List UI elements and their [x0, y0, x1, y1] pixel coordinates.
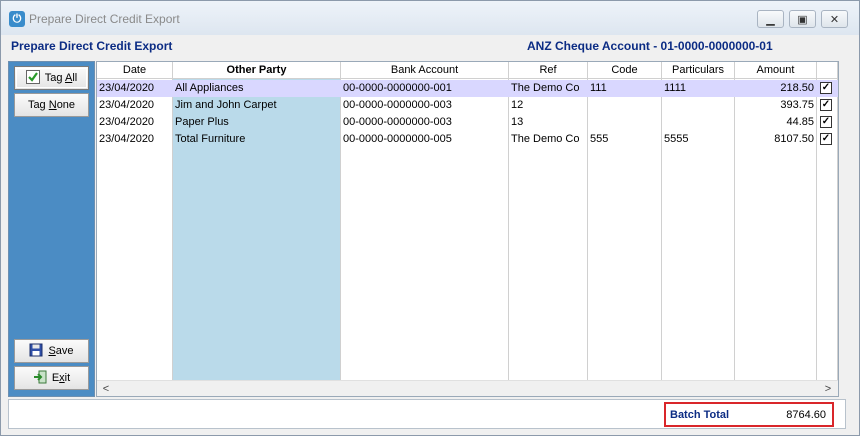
- account-label: ANZ Cheque Account - 01-0000-0000000-01: [527, 39, 773, 53]
- cell-ref[interactable]: 12: [509, 97, 588, 114]
- cell-particulars[interactable]: [662, 97, 735, 114]
- exit-button[interactable]: Exit: [14, 366, 89, 390]
- title-bar: ⏻ Prepare Direct Credit Export ▁ ▣ ✕: [1, 1, 859, 35]
- close-icon: ✕: [829, 13, 840, 26]
- checkmark-icon: ✓: [821, 99, 831, 110]
- column-header-amount[interactable]: Amount: [735, 62, 817, 79]
- exit-label: Exit: [52, 372, 70, 384]
- tag-none-prefix: Tag: [27, 99, 49, 111]
- cell-code[interactable]: [588, 114, 662, 131]
- tag-checkbox[interactable]: ✓: [820, 116, 832, 128]
- save-label: Save: [48, 345, 73, 357]
- save-suffix: ave: [55, 345, 74, 357]
- exit-suffix: it: [64, 372, 71, 384]
- cell-ref[interactable]: The Demo Co: [509, 131, 588, 148]
- save-key: S: [48, 345, 56, 357]
- check-icon: [25, 69, 40, 87]
- cell-particulars[interactable]: 5555: [662, 131, 735, 148]
- cell-other-party[interactable]: Total Furniture: [173, 131, 341, 148]
- table-row[interactable]: 23/04/2020 Jim and John Carpet 00-0000-0…: [97, 97, 838, 114]
- cell-other-party[interactable]: All Appliances: [173, 80, 341, 97]
- tag-none-key: N: [48, 99, 57, 111]
- cell-date[interactable]: 23/04/2020: [97, 80, 173, 97]
- cell-amount[interactable]: 44.85: [735, 114, 817, 131]
- tag-checkbox[interactable]: ✓: [820, 82, 832, 94]
- grid-header: Date Other Party Bank Account Ref Code P…: [97, 62, 838, 79]
- tag-none-label: Tag None: [28, 99, 75, 111]
- column-header-tag: [817, 62, 838, 79]
- scroll-left-icon[interactable]: <: [99, 382, 113, 396]
- tag-all-prefix: Tag: [44, 72, 65, 84]
- table-row[interactable]: 23/04/2020 All Appliances 00-0000-000000…: [97, 80, 838, 97]
- cell-date[interactable]: 23/04/2020: [97, 97, 173, 114]
- cell-ref[interactable]: 13: [509, 114, 588, 131]
- cell-bank-account[interactable]: 00-0000-0000000-003: [341, 97, 509, 114]
- form-header: Prepare Direct Credit Export ANZ Cheque …: [1, 35, 859, 59]
- cell-bank-account[interactable]: 00-0000-0000000-001: [341, 80, 509, 97]
- direct-credit-window: ⏻ Prepare Direct Credit Export ▁ ▣ ✕ Pre…: [0, 0, 860, 436]
- table-row[interactable]: 23/04/2020 Paper Plus 00-0000-0000000-00…: [97, 114, 838, 131]
- cell-amount[interactable]: 393.75: [735, 97, 817, 114]
- tag-all-suffix: ll: [72, 72, 78, 84]
- cell-date[interactable]: 23/04/2020: [97, 131, 173, 148]
- checkmark-icon: ✓: [821, 133, 831, 144]
- footer-panel: Batch Total 8764.60: [8, 399, 846, 429]
- cell-bank-account[interactable]: 00-0000-0000000-003: [341, 114, 509, 131]
- save-button[interactable]: Save: [14, 339, 89, 363]
- cell-date[interactable]: 23/04/2020: [97, 114, 173, 131]
- batch-total-label: Batch Total: [670, 409, 730, 421]
- cell-amount[interactable]: 218.50: [735, 80, 817, 97]
- tag-none-button[interactable]: Tag None: [14, 93, 89, 117]
- maximize-button[interactable]: ▣: [789, 10, 816, 28]
- checkmark-icon: ✓: [821, 116, 831, 127]
- batch-total-value: 8764.60: [786, 409, 826, 421]
- cell-particulars[interactable]: [662, 114, 735, 131]
- window-title: Prepare Direct Credit Export: [29, 12, 180, 26]
- cell-other-party[interactable]: Paper Plus: [173, 114, 341, 131]
- form-title: Prepare Direct Credit Export: [11, 39, 173, 53]
- floppy-disk-icon: [29, 343, 43, 360]
- payments-grid: Date Other Party Bank Account Ref Code P…: [96, 61, 839, 397]
- tag-all-label: Tag All: [45, 72, 77, 84]
- tag-none-suffix: one: [56, 99, 76, 111]
- tag-checkbox[interactable]: ✓: [820, 99, 832, 111]
- cell-other-party[interactable]: Jim and John Carpet: [173, 97, 341, 114]
- horizontal-scrollbar[interactable]: < >: [97, 380, 838, 396]
- tag-checkbox[interactable]: ✓: [820, 133, 832, 145]
- column-header-date[interactable]: Date: [97, 62, 173, 79]
- column-header-other-party[interactable]: Other Party: [173, 62, 341, 79]
- power-icon: ⏻: [9, 11, 25, 27]
- exit-door-icon: [33, 370, 47, 387]
- column-header-code[interactable]: Code: [588, 62, 662, 79]
- cell-bank-account[interactable]: 00-0000-0000000-005: [341, 131, 509, 148]
- tag-all-button[interactable]: Tag All: [14, 66, 89, 90]
- column-header-bank-account[interactable]: Bank Account: [341, 62, 509, 79]
- action-sidebar: Tag All Tag None Save Exit: [8, 61, 95, 397]
- batch-total-box: Batch Total 8764.60: [664, 402, 834, 427]
- cell-ref[interactable]: The Demo Co: [509, 80, 588, 97]
- close-button[interactable]: ✕: [821, 10, 848, 28]
- table-row[interactable]: 23/04/2020 Total Furniture 00-0000-00000…: [97, 131, 838, 148]
- cell-amount[interactable]: 8107.50: [735, 131, 817, 148]
- cell-code[interactable]: 555: [588, 131, 662, 148]
- column-header-ref[interactable]: Ref: [509, 62, 588, 79]
- checkmark-icon: ✓: [821, 82, 831, 93]
- cell-particulars[interactable]: 1111: [662, 80, 735, 97]
- minimize-button[interactable]: ▁: [757, 10, 784, 28]
- column-header-particulars[interactable]: Particulars: [662, 62, 735, 79]
- cell-code[interactable]: [588, 97, 662, 114]
- restore-icon: ▣: [797, 13, 808, 26]
- cell-code[interactable]: 111: [588, 80, 662, 97]
- scroll-right-icon[interactable]: >: [821, 382, 835, 396]
- minimize-icon: ▁: [766, 13, 775, 26]
